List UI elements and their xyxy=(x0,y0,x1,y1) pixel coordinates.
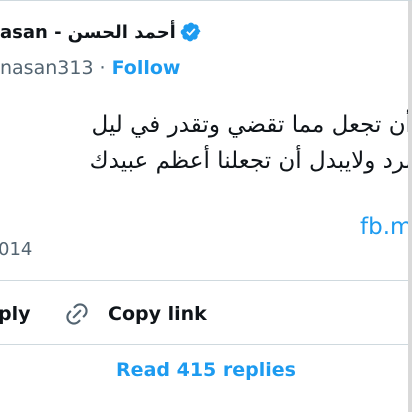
author-handle[interactable]: nasan313 xyxy=(0,57,94,79)
author-name-row[interactable]: asan - أحمد الحسن xyxy=(0,19,202,45)
author-display-name[interactable]: أحمد الحسن xyxy=(68,22,176,43)
link-icon xyxy=(66,303,88,325)
tweet-embed-card: asan - أحمد الحسن nasan313 · Follow أن ت… xyxy=(0,0,412,412)
author-handle-row: nasan313 · Follow xyxy=(0,55,181,81)
verified-badge-icon xyxy=(180,22,201,42)
read-replies-button[interactable]: Read 415 replies xyxy=(0,355,412,385)
reply-button[interactable]: ply xyxy=(0,299,31,329)
author-name-suffix[interactable]: asan - xyxy=(0,22,62,43)
tweet-text-line-2: برد ولايبدل أن تجعلنا أعظم عبيدك xyxy=(89,148,412,174)
copy-link-label: Copy link xyxy=(108,303,207,325)
divider-bottom xyxy=(0,344,412,345)
tweet-text-line-1: أن تجعل مما تقضي وتقدر في ليل xyxy=(91,112,412,138)
copy-link-button[interactable]: Copy link xyxy=(64,299,207,329)
tweet-link[interactable]: fb.m xyxy=(360,214,412,240)
divider-top xyxy=(0,280,412,281)
follow-button[interactable]: Follow xyxy=(112,57,181,79)
tweet-text: أن تجعل مما تقضي وتقدر في ليل برد ولايبد… xyxy=(0,107,412,179)
reply-label: ply xyxy=(0,303,31,325)
tweet-timestamp[interactable]: 014 xyxy=(0,236,32,262)
handle-separator: · xyxy=(99,57,106,79)
scrollbar[interactable] xyxy=(408,1,412,412)
